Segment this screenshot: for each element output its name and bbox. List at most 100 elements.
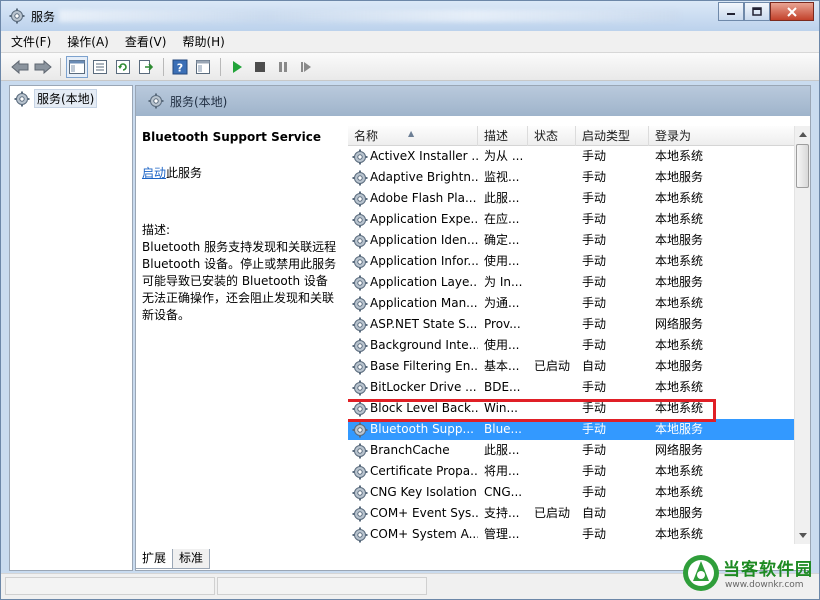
console-tree-button[interactable] <box>66 55 88 78</box>
table-row[interactable]: Background Inte... 使用... 手动 本地系统 <box>348 335 796 356</box>
start-icon <box>233 60 242 73</box>
pause-service-button[interactable] <box>272 56 294 78</box>
table-row[interactable]: Base Filtering En... 基本... 已启动 自动 本地服务 <box>348 356 796 377</box>
service-description-cell: 管理... <box>484 527 520 541</box>
properties-button[interactable] <box>89 56 111 78</box>
service-startup-cell: 手动 <box>582 212 607 226</box>
service-name-cell: Block Level Back... <box>370 401 478 415</box>
restart-service-button[interactable] <box>295 56 317 78</box>
scroll-up-button[interactable] <box>795 126 810 142</box>
start-service-link[interactable]: 启动 <box>142 166 166 180</box>
service-description-cell: 此服... <box>484 191 520 205</box>
service-name-cell: Application Expe... <box>370 212 478 226</box>
table-row[interactable]: COM+ Event Sys... 支持... 已启动 自动 本地服务 <box>348 503 796 524</box>
service-description-cell: 此服... <box>484 443 520 457</box>
column-header-log-on-as[interactable]: 登录为 <box>649 126 796 146</box>
service-description-cell: 为通... <box>484 296 520 310</box>
forward-button[interactable] <box>32 56 54 78</box>
service-gear-icon <box>352 359 368 375</box>
console-tree-pane: 服务(本地) <box>9 85 133 571</box>
tree-item-services-local[interactable]: 服务(本地) <box>14 89 98 108</box>
service-gear-icon <box>352 233 368 249</box>
service-name-cell: Base Filtering En... <box>370 359 478 373</box>
column-header-label: 名称 <box>354 129 379 143</box>
scroll-down-button[interactable] <box>795 528 810 544</box>
table-row[interactable]: Application Infor... 使用... 手动 本地系统 <box>348 251 796 272</box>
service-gear-icon <box>352 464 368 480</box>
table-row[interactable]: BitLocker Drive ... BDE... 手动 本地系统 <box>348 377 796 398</box>
service-status-cell <box>534 461 576 482</box>
service-name-cell: Application Infor... <box>370 254 478 268</box>
column-header-status[interactable]: 状态 <box>528 126 576 146</box>
site-logo-icon <box>683 555 719 591</box>
menu-help[interactable]: 帮助(H) <box>182 33 224 50</box>
pause-icon <box>279 61 287 72</box>
menu-action[interactable]: 操作(A) <box>67 33 109 50</box>
status-cell <box>5 577 215 595</box>
table-row[interactable]: BranchCache 此服... 手动 网络服务 <box>348 440 796 461</box>
help-button[interactable]: ? <box>169 56 191 78</box>
service-gear-icon <box>352 527 368 543</box>
service-status-cell <box>534 146 576 167</box>
service-startup-cell: 手动 <box>582 233 607 247</box>
service-description-cell: 将用... <box>484 464 520 478</box>
table-row[interactable]: Bluetooth Supp... Blue... 手动 本地服务 <box>348 419 796 440</box>
service-name-cell: COM+ System A... <box>370 527 478 541</box>
service-startup-cell: 手动 <box>582 254 607 268</box>
menu-file[interactable]: 文件(F) <box>11 33 51 50</box>
export-button[interactable] <box>135 56 157 78</box>
service-status-cell <box>534 335 576 356</box>
maximize-button[interactable] <box>744 2 770 21</box>
maximize-icon <box>752 6 762 16</box>
column-header-startup-type[interactable]: 启动类型 <box>576 126 649 146</box>
table-row[interactable]: COM+ System A... 管理... 手动 本地系统 <box>348 524 796 544</box>
view-button[interactable] <box>192 56 214 78</box>
table-row[interactable]: Block Level Back... Win... 手动 本地系统 <box>348 398 796 419</box>
chevron-up-icon <box>798 132 807 137</box>
table-row[interactable]: Application Laye... 为 In... 手动 本地服务 <box>348 272 796 293</box>
table-row[interactable]: CNG Key Isolation CNG... 手动 本地系统 <box>348 482 796 503</box>
view-icon <box>196 59 210 74</box>
service-gear-icon <box>352 149 368 165</box>
table-row[interactable]: ASP.NET State S... Prov... 手动 网络服务 <box>348 314 796 335</box>
table-row[interactable]: Adobe Flash Pla... 此服... 手动 本地系统 <box>348 188 796 209</box>
service-gear-icon <box>352 422 368 438</box>
service-logon-cell: 本地系统 <box>655 380 704 394</box>
refresh-button[interactable] <box>112 56 134 78</box>
column-header-description[interactable]: 描述 <box>478 126 528 146</box>
service-startup-cell: 手动 <box>582 338 607 352</box>
minimize-button[interactable] <box>718 2 744 21</box>
table-row[interactable]: Application Iden... 确定... 手动 本地服务 <box>348 230 796 251</box>
service-status-cell <box>534 188 576 209</box>
tab-extended[interactable]: 扩展 <box>135 549 174 569</box>
menu-view[interactable]: 查看(V) <box>125 33 167 50</box>
service-startup-cell: 手动 <box>582 296 607 310</box>
table-row[interactable]: Application Expe... 在应... 手动 本地系统 <box>348 209 796 230</box>
tab-standard[interactable]: 标准 <box>172 549 211 569</box>
start-service-button[interactable] <box>226 56 248 78</box>
table-row[interactable]: ActiveX Installer ... 为从 ... 手动 本地系统 <box>348 146 796 167</box>
service-description-cell: BDE... <box>484 380 521 394</box>
scroll-thumb[interactable] <box>796 144 809 188</box>
back-button[interactable] <box>9 56 31 78</box>
title-bar[interactable]: 服务 <box>1 1 819 31</box>
table-row[interactable]: Adaptive Brightn... 监视... 手动 本地服务 <box>348 167 796 188</box>
service-startup-cell: 手动 <box>582 191 607 205</box>
service-logon-cell: 本地系统 <box>655 191 704 205</box>
service-gear-icon <box>352 254 368 270</box>
column-header-name[interactable]: ▲ 名称 <box>348 126 478 146</box>
close-icon <box>787 6 797 17</box>
service-gear-icon <box>352 443 368 459</box>
vertical-scrollbar[interactable] <box>794 126 810 544</box>
table-row[interactable]: Application Man... 为通... 手动 本地系统 <box>348 293 796 314</box>
stop-service-button[interactable] <box>249 56 271 78</box>
service-name-cell: Adaptive Brightn... <box>370 170 478 184</box>
close-button[interactable] <box>770 2 814 21</box>
service-logon-cell: 本地系统 <box>655 149 704 163</box>
start-service-suffix: 此服务 <box>166 166 203 180</box>
service-status-cell <box>534 230 576 251</box>
console-tree-icon <box>69 59 85 74</box>
service-logon-cell: 本地系统 <box>655 212 704 226</box>
table-row[interactable]: Certificate Propa... 将用... 手动 本地系统 <box>348 461 796 482</box>
service-logon-cell: 本地系统 <box>655 401 704 415</box>
